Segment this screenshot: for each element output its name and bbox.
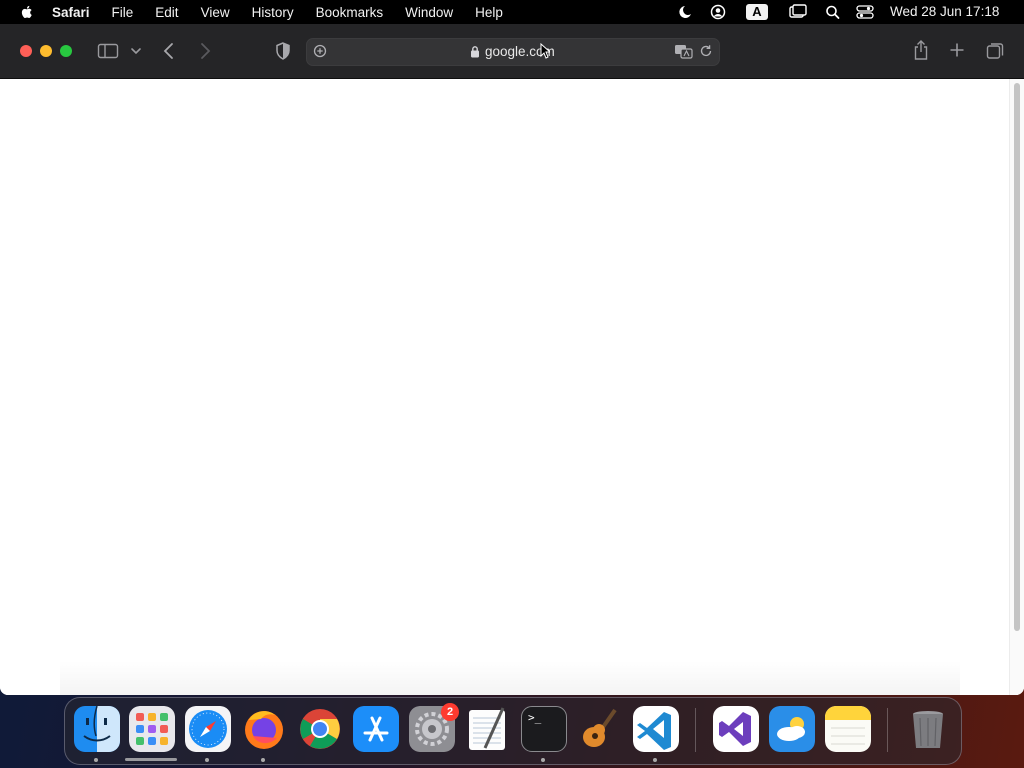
dock: >_: [64, 697, 962, 765]
input-source-letter: A: [752, 4, 762, 19]
screen-mirroring-icon[interactable]: [788, 4, 808, 20]
running-indicator-terminal: [541, 758, 545, 762]
finder-icon: [74, 706, 120, 752]
back-icon[interactable]: [161, 41, 177, 61]
menu-edit[interactable]: Edit: [155, 5, 178, 20]
dock-notes[interactable]: [825, 706, 871, 752]
menubar-clock[interactable]: Wed 28 Jun 17:18: [890, 4, 999, 19]
dock-firefox[interactable]: [241, 706, 287, 752]
safari-toolbar: google.com: [0, 24, 1024, 79]
close-window-button[interactable]: [20, 45, 32, 57]
control-center-icon[interactable]: [856, 4, 874, 20]
chrome-icon: [300, 709, 340, 749]
share-icon[interactable]: [912, 39, 930, 61]
sidebar-icon[interactable]: [97, 42, 119, 60]
menu-app-name[interactable]: Safari: [52, 5, 90, 20]
dock-chrome[interactable]: [297, 706, 343, 752]
menu-history[interactable]: History: [252, 5, 294, 20]
fullscreen-window-button[interactable]: [60, 45, 72, 57]
menu-bookmarks[interactable]: Bookmarks: [316, 5, 384, 20]
page-fade: [60, 661, 960, 695]
dock-app-store[interactable]: [353, 706, 399, 752]
translate-icon[interactable]: [674, 44, 694, 59]
user-account-icon[interactable]: [709, 4, 727, 20]
dock-textedit[interactable]: [465, 706, 511, 752]
menu-view[interactable]: View: [201, 5, 230, 20]
launchpad-indicator: [125, 758, 177, 761]
forward-icon[interactable]: [197, 41, 213, 61]
spotlight-search-icon[interactable]: [824, 4, 842, 20]
dock-safari[interactable]: [185, 706, 231, 752]
menu-help[interactable]: Help: [475, 5, 503, 20]
dock-finder[interactable]: [74, 706, 120, 752]
web-content[interactable]: [0, 79, 1024, 695]
page-menu-icon[interactable]: [313, 44, 327, 58]
dock-separator: [887, 708, 888, 752]
running-indicator-finder: [94, 758, 98, 762]
menu-file[interactable]: File: [112, 5, 134, 20]
menu-window[interactable]: Window: [405, 5, 453, 20]
dock-weather[interactable]: [769, 706, 815, 752]
dock-terminal[interactable]: >_: [521, 706, 567, 752]
lock-icon: [471, 46, 479, 58]
running-indicator-vscode: [653, 758, 657, 762]
dock-visual-studio[interactable]: [713, 706, 759, 752]
dock-launchpad[interactable]: [129, 706, 175, 752]
guitar-icon: [583, 708, 617, 747]
app-store-icon: [353, 706, 399, 752]
dock-garageband[interactable]: [577, 706, 623, 752]
privacy-shield-icon[interactable]: [274, 41, 292, 61]
terminal-prompt: >_: [528, 711, 542, 724]
notes-icon: [825, 706, 871, 752]
do-not-disturb-moon-icon[interactable]: [675, 4, 693, 20]
scrollbar[interactable]: [1009, 79, 1024, 695]
dock-separator: [695, 708, 696, 752]
textedit-icon: [469, 707, 505, 750]
minimize-window-button[interactable]: [40, 45, 52, 57]
visual-studio-icon: [713, 706, 759, 752]
safari-compass-icon: [185, 706, 231, 752]
dock-vscode[interactable]: [633, 706, 679, 752]
safari-window: google.com: [0, 24, 1024, 695]
address-bar[interactable]: google.com: [306, 38, 720, 66]
menu-bar: Safari File Edit View History Bookmarks …: [0, 0, 1024, 24]
weather-icon: [769, 706, 815, 752]
notification-badge: 2: [441, 703, 459, 721]
running-indicator-safari: [205, 758, 209, 762]
mouse-cursor-icon: [540, 43, 550, 59]
launchpad-icon: [129, 706, 175, 752]
reload-icon[interactable]: [699, 44, 713, 58]
vscode-icon: [633, 706, 679, 752]
running-indicator-firefox: [261, 758, 265, 762]
chevron-down-icon[interactable]: [130, 45, 142, 57]
new-tab-icon[interactable]: [949, 42, 965, 58]
scrollbar-thumb[interactable]: [1014, 83, 1020, 631]
apple-logo-icon[interactable]: [19, 4, 35, 20]
input-source-A-icon[interactable]: A: [746, 4, 768, 20]
firefox-icon: [245, 711, 283, 749]
trash-icon: [913, 711, 943, 748]
tab-overview-icon[interactable]: [986, 41, 1005, 60]
dock-trash[interactable]: [905, 706, 951, 752]
